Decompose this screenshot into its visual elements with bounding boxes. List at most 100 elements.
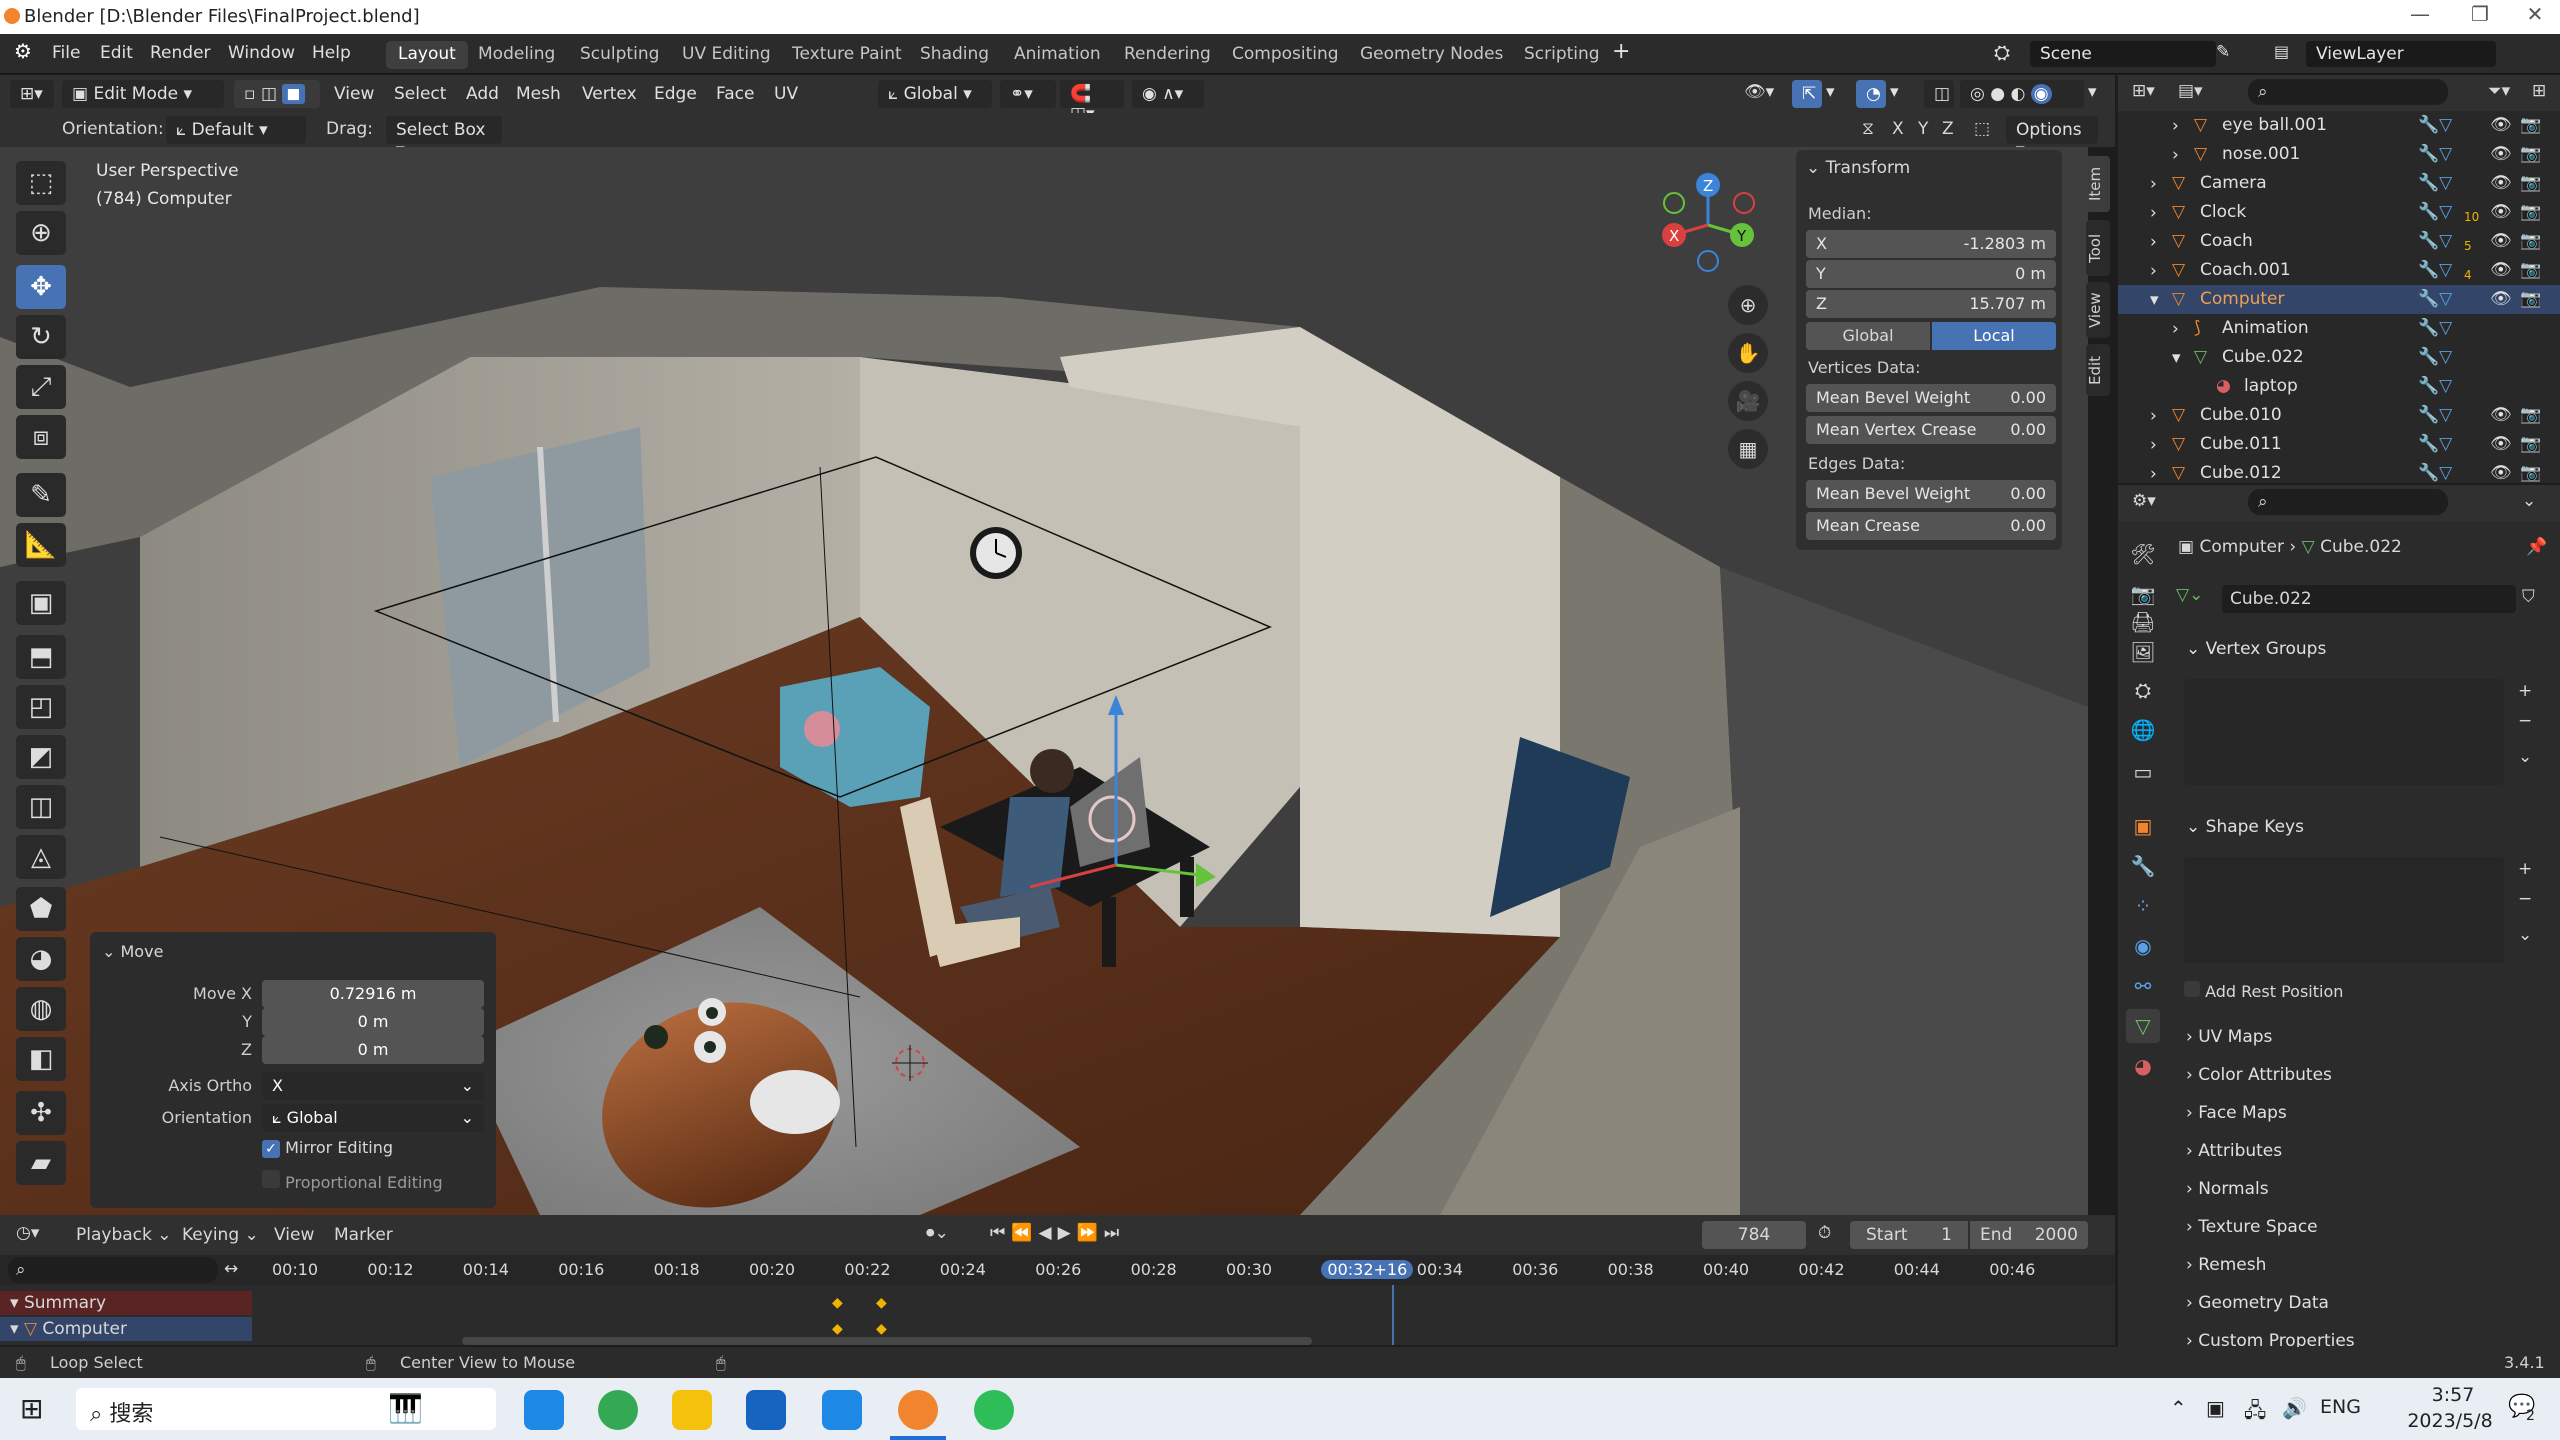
constraints-tab-icon[interactable]: ⚯	[2126, 969, 2160, 1003]
tab-geometry-nodes[interactable]: Geometry Nodes	[1348, 41, 1515, 69]
add-cube-tool-icon[interactable]: ▣	[16, 581, 66, 625]
proportional-editing-checkbox[interactable]: Proportional Editing	[262, 1170, 443, 1192]
modifier-tab-icon[interactable]: 🔧	[2126, 849, 2160, 883]
mean-vertex-crease-field[interactable]: Mean Vertex Crease 0.00	[1806, 416, 2056, 444]
view-layer-icon[interactable]: ▤	[2274, 42, 2289, 61]
remove-vertex-group-icon[interactable]: −	[2518, 711, 2532, 731]
chevron-down-icon[interactable]: ⌄	[2522, 491, 2536, 511]
mode-selector[interactable]: ▣ Edit Mode ▾	[62, 80, 224, 108]
global-toggle-button[interactable]: Global	[1806, 322, 1930, 350]
tab-layout[interactable]: Layout	[386, 41, 468, 69]
overlay-toggle-icon[interactable]: ◔	[1856, 80, 1886, 108]
editor-type-icon[interactable]: ⊞▾	[10, 80, 54, 108]
vertex-select-icon[interactable]: ▫	[244, 84, 256, 104]
scale-tool-icon[interactable]: ⤢	[16, 365, 66, 409]
expand-chevron-icon[interactable]: ›	[2172, 145, 2192, 165]
collection-tab-icon[interactable]: ▭	[2126, 755, 2160, 789]
mesh-name-field[interactable]: Cube.022	[2222, 585, 2516, 613]
edge-select-icon[interactable]: ◫	[261, 84, 277, 104]
transform-panel-header[interactable]: ⌄ Transform	[1806, 158, 1910, 178]
spin-tool-icon[interactable]: ◕	[16, 937, 66, 981]
geometry-data-section[interactable]: › Geometry Data	[2176, 1287, 2546, 1319]
edge-slide-tool-icon[interactable]: ◧	[16, 1037, 66, 1081]
menu-vertex[interactable]: Vertex	[582, 84, 637, 104]
view-layer-selector[interactable]: ViewLayer	[2306, 41, 2496, 67]
tab-scripting[interactable]: Scripting	[1512, 41, 1612, 69]
shape-keys-section[interactable]: ⌄ Shape Keys	[2176, 811, 2546, 843]
render-camera-icon[interactable]: 📷	[2520, 231, 2541, 251]
median-z-field[interactable]: Z 15.707 m	[1806, 290, 2056, 318]
expand-chevron-icon[interactable]: ›	[2172, 319, 2192, 339]
channel-computer[interactable]: ▾ ▽ Computer	[0, 1317, 252, 1341]
channel-summary[interactable]: ▾ Summary	[0, 1291, 252, 1315]
shape-keys-list[interactable]	[2184, 857, 2504, 963]
clock-date[interactable]: 2023/5/8	[2390, 1410, 2510, 1432]
mesh-datablock-selector[interactable]: ▽⌄ Cube.022 ⛉	[2176, 585, 2546, 615]
input-language[interactable]: ENG	[2320, 1396, 2361, 1418]
tab-animation[interactable]: Animation	[1002, 41, 1113, 69]
select-box-tool-icon[interactable]: ⬚	[16, 161, 66, 205]
keyframe-icon[interactable]: ◆	[832, 1321, 843, 1337]
timeline-scrollbar[interactable]	[462, 1337, 1312, 1345]
median-x-field[interactable]: X -1.2803 m	[1806, 230, 2056, 258]
annotate-tool-icon[interactable]: ✎	[16, 473, 66, 517]
material-tab-icon[interactable]: ◕	[2126, 1049, 2160, 1083]
scene-tab-icon[interactable]: ⛭	[2126, 673, 2160, 707]
rotate-tool-icon[interactable]: ↻	[16, 315, 66, 359]
loop-cut-tool-icon[interactable]: ◫	[16, 785, 66, 829]
wireframe-shading-icon[interactable]: ◎	[1970, 84, 1985, 104]
shape-key-menu-icon[interactable]: ⌄	[2518, 925, 2532, 945]
shear-tool-icon[interactable]: ▰	[16, 1141, 66, 1185]
scene-pin-icon[interactable]: ✎	[2216, 42, 2230, 62]
tab-modeling[interactable]: Modeling	[466, 41, 567, 69]
expand-chevron-icon[interactable]: ›	[2150, 261, 2170, 281]
tray-expand-icon[interactable]: ⌃	[2170, 1396, 2187, 1420]
expand-chevron-icon[interactable]: ›	[2150, 174, 2170, 194]
rendered-shading-icon[interactable]: ◉	[2030, 84, 2052, 104]
menu-uv[interactable]: UV	[774, 84, 798, 104]
properties-search-input[interactable]: ⌕	[2248, 489, 2448, 515]
end-frame-field[interactable]: End 2000	[1970, 1221, 2088, 1249]
network-icon[interactable]: 🖧	[2244, 1396, 2266, 1430]
timeline-search-input[interactable]: ⌕	[8, 1257, 218, 1283]
display-mode-icon[interactable]: ▤▾	[2178, 81, 2203, 101]
solid-shading-icon[interactable]: ●	[1990, 84, 2005, 104]
ortho-toggle-icon[interactable]: ▦	[1728, 429, 1768, 469]
xray-toggle-icon[interactable]: ◫	[1924, 80, 1954, 108]
menu-keying[interactable]: Keying ⌄	[182, 1225, 259, 1245]
timeline-editor-type-icon[interactable]: ◷▾	[16, 1223, 39, 1243]
view-layer-tab-icon[interactable]: 🖼	[2126, 635, 2160, 669]
menu-marker[interactable]: Marker	[334, 1225, 393, 1245]
taskbar-search-box[interactable]: ⌕ 搜索	[76, 1388, 496, 1430]
expand-chevron-icon[interactable]: ›	[2150, 435, 2170, 455]
edge-browser-icon[interactable]	[524, 1390, 564, 1430]
play-reverse-icon[interactable]: ◀	[1038, 1223, 1057, 1243]
object-tab-icon[interactable]: ▣	[2126, 809, 2160, 843]
mail-icon[interactable]	[822, 1390, 862, 1430]
options-dropdown[interactable]: Options ▾	[2006, 116, 2098, 160]
expand-chevron-icon[interactable]: ›	[2150, 203, 2170, 223]
tab-rendering[interactable]: Rendering	[1112, 41, 1223, 69]
render-camera-icon[interactable]: 📷	[2520, 260, 2541, 280]
median-y-field[interactable]: Y 0 m	[1806, 260, 2056, 288]
move-panel-header[interactable]: ⌄ Move	[102, 942, 163, 961]
outliner-row[interactable]: › ▽ Coach.001 🔧▽ 4 👁 📷	[2118, 256, 2560, 285]
visibility-eye-icon[interactable]: 👁	[2490, 289, 2512, 309]
current-time-indicator[interactable]: 00:32+16	[1321, 1260, 1414, 1279]
remove-shape-key-icon[interactable]: −	[2518, 889, 2532, 909]
menu-edge[interactable]: Edge	[654, 84, 697, 104]
zoom-icon[interactable]: ⊕	[1728, 285, 1768, 325]
playhead-line[interactable]	[1392, 1285, 1394, 1345]
edge-mean-bevel-weight-field[interactable]: Mean Bevel Weight 0.00	[1806, 480, 2056, 508]
timeline-ruler[interactable]: ⌕ ↔ 00:10 00:12 00:14 00:16 00:18 00:20 00:22 0…	[0, 1255, 2115, 1285]
orientation-dropdown[interactable]: ⟀ Default ▾	[166, 116, 306, 144]
jump-end-icon[interactable]: ⏭	[1104, 1223, 1125, 1243]
shading-dropdown-icon[interactable]: ▾	[2088, 82, 2097, 102]
pivot-point-dropdown[interactable]: ⚭▾	[1000, 80, 1056, 108]
outliner-row[interactable]: › ▽ Coach 🔧▽ 5 👁 📷	[2118, 227, 2560, 256]
outliner-row[interactable]: › ▽ Cube.011 🔧▽ 👁 📷	[2118, 430, 2560, 459]
particles-tab-icon[interactable]: ⁘	[2126, 889, 2160, 923]
knife-tool-icon[interactable]: ◬	[16, 835, 66, 879]
bevel-tool-icon[interactable]: ◩	[16, 735, 66, 779]
menu-face[interactable]: Face	[716, 84, 754, 104]
